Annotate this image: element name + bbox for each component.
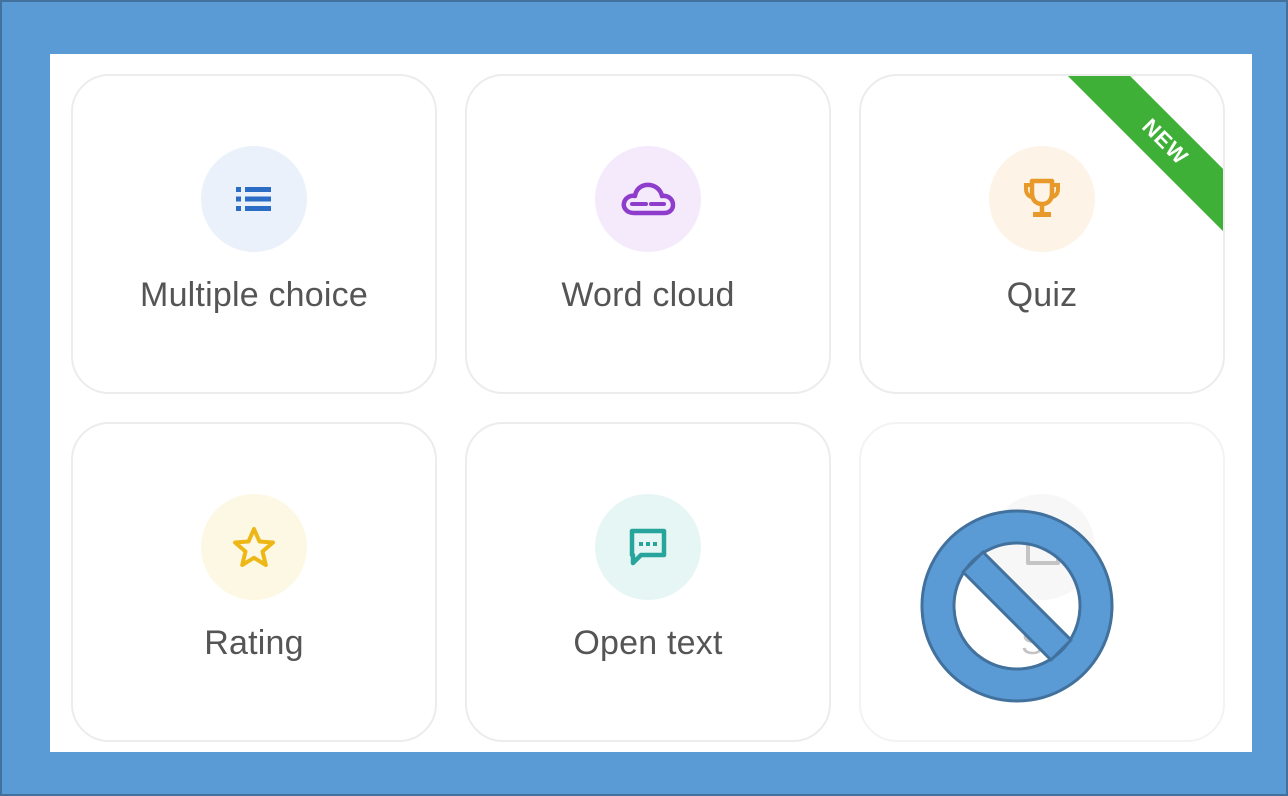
option-label: Rating <box>204 624 304 662</box>
open-text-icon-circle <box>595 494 701 600</box>
option-rating[interactable]: Rating <box>71 422 437 742</box>
word-cloud-icon-circle <box>595 146 701 252</box>
multiple-choice-icon-circle <box>201 146 307 252</box>
rating-icon-circle <box>201 494 307 600</box>
screenshot-frame: Multiple choice Word cloud Quiz NEW Rati… <box>0 0 1288 796</box>
option-open-text[interactable]: Open text <box>465 422 831 742</box>
cloud-icon <box>621 182 676 216</box>
option-label: Multiple choice <box>140 276 368 314</box>
list-icon <box>236 187 271 211</box>
option-quiz[interactable]: Quiz NEW <box>859 74 1225 394</box>
trophy-icon <box>1024 178 1060 217</box>
prohibited-icon <box>920 509 1114 703</box>
quiz-icon-circle <box>989 146 1095 252</box>
option-label: Word cloud <box>561 276 735 314</box>
option-label: Quiz <box>1006 276 1078 314</box>
option-label: Open text <box>573 624 723 662</box>
star-icon <box>233 527 275 567</box>
option-multiple-choice[interactable]: Multiple choice <box>71 74 437 394</box>
chat-icon <box>629 528 667 566</box>
option-word-cloud[interactable]: Word cloud <box>465 74 831 394</box>
